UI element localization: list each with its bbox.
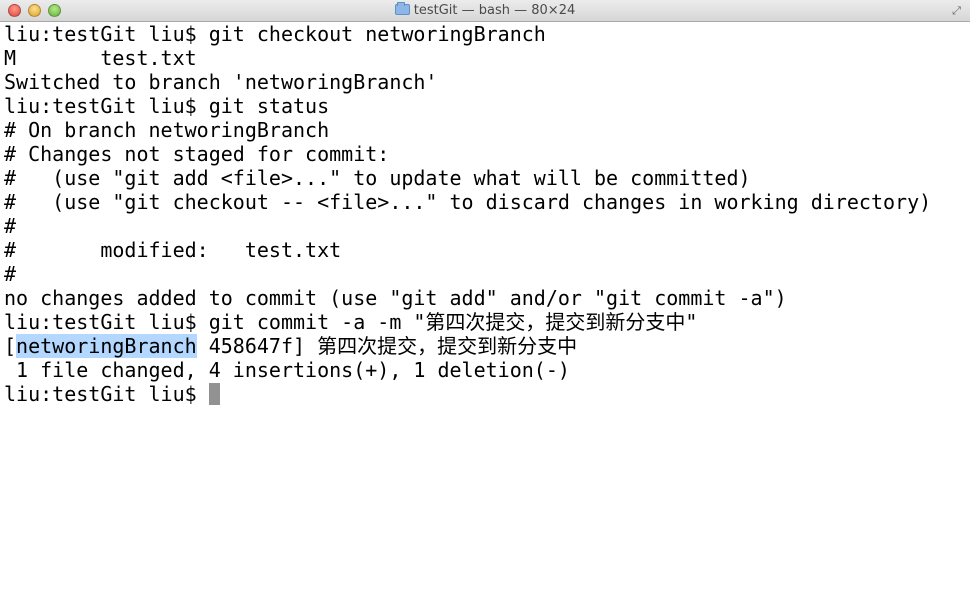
terminal-line: # (use "git add <file>..." to update wha… [4,166,751,190]
commit-result-line: [networingBranch 458647f] 第四次提交，提交到新分支中 [4,334,970,358]
terminal-line: liu:testGit liu$ git status [4,94,330,118]
terminal-line: liu:testGit liu$ git checkout networingB… [4,22,546,46]
terminal-line: # modified: test.txt [4,238,342,262]
terminal-line: # On branch networingBranch [4,118,330,142]
terminal-line: # [4,214,17,238]
terminal-line: liu:testGit liu$ git commit -a -m "第四次提交… [4,310,698,334]
commit-summary: 458647f] 第四次提交，提交到新分支中 [196,334,578,358]
terminal-line: # [4,262,17,286]
prompt-text: liu:testGit liu$ [4,382,209,406]
window-title: testGit — bash — 80×24 [413,3,576,18]
terminal-line: no changes added to commit (use "git add… [4,286,787,310]
terminal-line: M test.txt [4,46,197,70]
folder-icon [394,2,410,15]
terminal-content[interactable]: liu:testGit liu$ git checkout networingB… [4,22,970,596]
selected-branch-name[interactable]: networingBranch [16,334,197,358]
terminal-window: testGit — bash — 80×24 ⤢ liu:testGit liu… [0,0,970,596]
terminal-line: Switched to branch 'networingBranch' [4,70,438,94]
window-title-group: testGit — bash — 80×24 [0,2,970,18]
text-cursor [208,383,220,405]
title-bar[interactable]: testGit — bash — 80×24 ⤢ [0,0,970,22]
commit-stats-line: 1 file changed, 4 insertions(+), 1 delet… [4,358,570,382]
prompt-line[interactable]: liu:testGit liu$ [4,382,970,406]
fullscreen-icon[interactable]: ⤢ [950,4,963,17]
commit-bracket: [ [4,334,17,358]
terminal-line: # Changes not staged for commit: [4,142,390,166]
terminal-line: # (use "git checkout -- <file>..." to di… [4,190,932,214]
